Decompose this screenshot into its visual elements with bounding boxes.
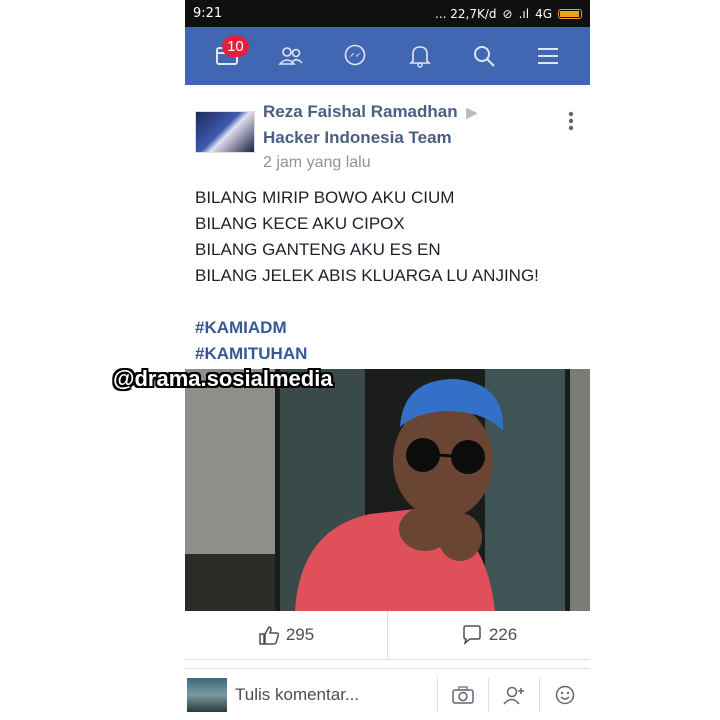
hashtag-link[interactable]: #KAMIADM [195, 315, 578, 341]
phone-screen: 9:21 ... 22,7K/d ⊘ .ıl 4G 10 Reza Faisha… [185, 0, 590, 720]
emoji-icon[interactable] [539, 677, 590, 712]
comment-count: 226 [488, 625, 518, 644]
friends-icon[interactable] [276, 41, 306, 71]
author-name[interactable]: Reza Faishal Ramadhan [263, 102, 458, 121]
comment-icon [463, 625, 481, 645]
watermark-text: @drama.sosialmedia [113, 366, 333, 391]
group-avatar[interactable] [195, 111, 255, 153]
messenger-icon[interactable] [340, 41, 370, 71]
tag-friend-icon[interactable] [488, 677, 539, 712]
camera-icon[interactable] [437, 677, 488, 712]
more-options-icon[interactable] [568, 99, 578, 136]
status-bar: 9:21 ... 22,7K/d ⊘ .ıl 4G [185, 0, 590, 27]
news-feed-icon[interactable]: 10 [212, 36, 249, 71]
hashtag-link[interactable]: #KAMITUHAN [195, 341, 578, 367]
post-timestamp[interactable]: 2 jam yang lalu [263, 151, 477, 175]
comment-button[interactable]: 226 [387, 611, 590, 659]
signal-icon: .ıl [518, 6, 530, 21]
status-time: 9:21 [193, 6, 223, 21]
like-count: 295 [285, 625, 315, 644]
photo-scene [185, 369, 590, 611]
group-name[interactable]: Hacker Indonesia Team [263, 125, 477, 151]
post-header: Reza Faishal Ramadhan ▶ Hacker Indonesia… [195, 99, 578, 175]
arrow-right-icon: ▶ [466, 104, 478, 120]
thumbs-up-icon [259, 626, 279, 645]
comment-composer: Tulis komentar... [185, 668, 590, 720]
menu-icon[interactable] [533, 41, 563, 71]
comment-input[interactable]: Tulis komentar... [235, 685, 437, 705]
mute-icon: ⊘ [502, 6, 513, 21]
user-avatar [187, 677, 227, 712]
top-nav: 10 [185, 27, 590, 85]
search-icon[interactable] [469, 41, 499, 71]
post-photo[interactable] [185, 369, 590, 611]
post: Reza Faishal Ramadhan ▶ Hacker Indonesia… [185, 85, 590, 367]
post-stats: 295 226 [185, 611, 590, 660]
network-speed: ... 22,7K/d [435, 6, 497, 21]
notification-badge: 10 [222, 36, 249, 57]
network-type: 4G [535, 6, 552, 21]
battery-icon [558, 8, 582, 19]
bell-icon[interactable] [405, 41, 435, 71]
like-button[interactable]: 295 [185, 611, 387, 659]
post-text: BILANG MIRIP BOWO AKU CIUM BILANG KECE A… [195, 188, 539, 285]
